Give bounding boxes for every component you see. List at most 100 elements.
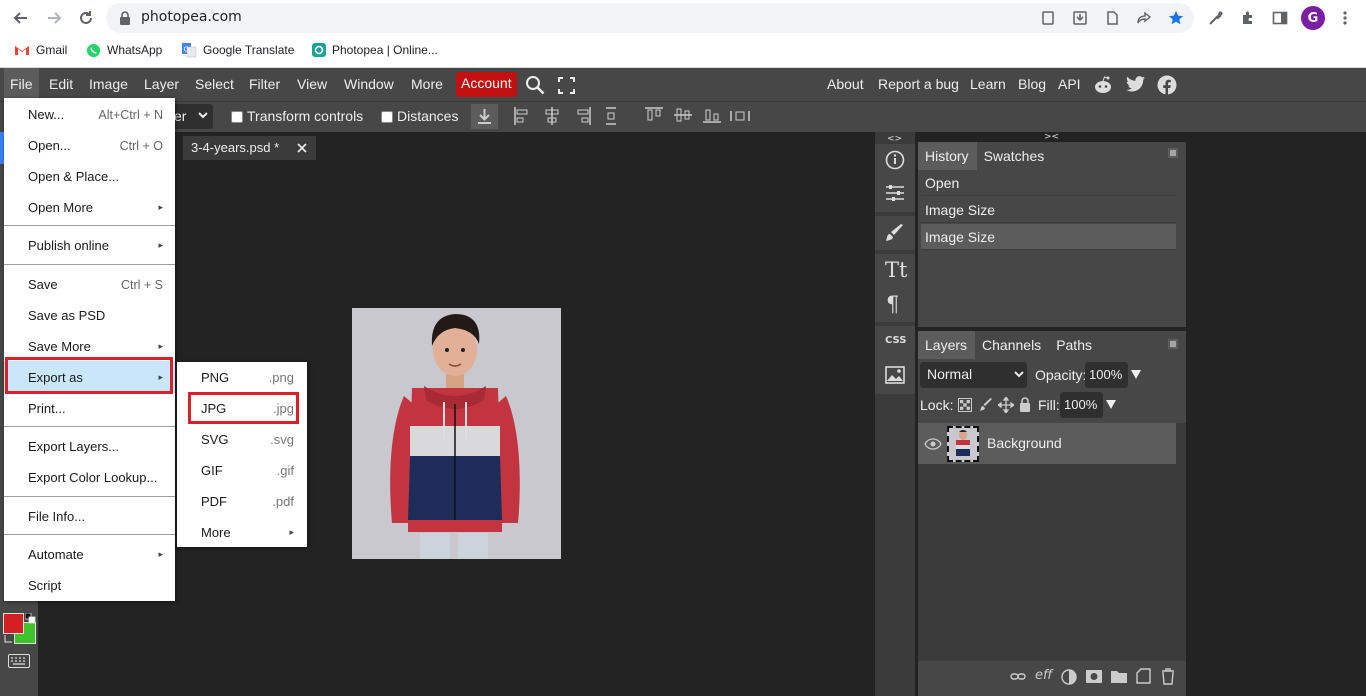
reddit-icon[interactable] (1093, 75, 1113, 95)
distribute-v-icon[interactable] (730, 109, 750, 123)
menu-item-automate[interactable]: Automate ▸ (4, 539, 175, 570)
document-tab[interactable]: 3-4-years.psd * (183, 136, 316, 160)
eye-visibility-icon[interactable] (924, 438, 942, 450)
kebab-menu-icon[interactable] (1336, 9, 1354, 27)
bookmark-gmail[interactable]: Gmail (14, 41, 67, 59)
tab-layers[interactable]: Layers (918, 331, 976, 359)
distances-checkbox[interactable] (381, 111, 393, 123)
menu-image[interactable]: Image (89, 76, 128, 92)
fullscreen-icon[interactable] (558, 77, 575, 94)
align-left-icon[interactable] (514, 107, 530, 125)
link-about[interactable]: About (827, 76, 864, 92)
menu-view[interactable]: View (297, 76, 327, 92)
export-more[interactable]: More ▸ (177, 517, 307, 548)
tab-swatches[interactable]: Swatches (977, 142, 1053, 170)
menu-select[interactable]: Select (195, 76, 234, 92)
tab-history[interactable]: History (918, 142, 977, 170)
fill-dropdown-icon[interactable] (1106, 400, 1116, 410)
new-layer-icon[interactable] (1136, 668, 1151, 684)
menu-item-open-place[interactable]: Open & Place... (4, 161, 175, 192)
info-icon[interactable] (885, 150, 905, 170)
bookmark-google-translate[interactable]: G Google Translate (181, 41, 294, 59)
lock-pixels-icon[interactable] (979, 398, 993, 412)
extensions-puzzle-icon[interactable] (1239, 9, 1257, 27)
menu-item-export-color-lookup[interactable]: Export Color Lookup... (4, 462, 175, 493)
align-bottom-icon[interactable] (703, 107, 721, 123)
export-png[interactable]: PNG .png (177, 362, 307, 393)
menu-item-print[interactable]: Print... (4, 393, 175, 424)
character-icon[interactable]: Tt (885, 258, 907, 282)
adjustments-icon[interactable] (885, 184, 905, 202)
fill-input[interactable]: 100% (1060, 392, 1103, 418)
bookmark-whatsapp[interactable]: WhatsApp (86, 41, 162, 59)
bookmark-star-icon[interactable] (1167, 9, 1185, 27)
lock-all-icon[interactable] (1019, 397, 1031, 412)
install-app-icon[interactable] (1071, 9, 1089, 27)
default-colors-icon[interactable] (25, 613, 36, 624)
forward-button[interactable] (42, 6, 66, 30)
download-button[interactable] (471, 104, 498, 129)
foreground-color-swatch[interactable] (3, 613, 24, 634)
menu-more[interactable]: More (411, 76, 443, 92)
css-icon[interactable]: CSS (885, 335, 906, 346)
tab-paths[interactable]: Paths (1049, 331, 1100, 359)
reload-button[interactable] (74, 6, 98, 30)
address-bar[interactable] (106, 3, 1194, 33)
profile-avatar[interactable]: G (1301, 6, 1325, 30)
menu-edit[interactable]: Edit (49, 76, 73, 92)
adjustment-layer-icon[interactable] (1061, 669, 1077, 685)
menu-file[interactable]: File (10, 76, 33, 92)
share-icon[interactable] (1135, 9, 1153, 27)
align-middle-icon[interactable] (674, 107, 692, 123)
delete-layer-icon[interactable] (1161, 668, 1175, 685)
menu-layer[interactable]: Layer (144, 76, 179, 92)
align-top-icon[interactable] (645, 107, 663, 123)
link-layers-icon[interactable] (1010, 671, 1026, 683)
menu-item-save[interactable]: Save Ctrl + S (4, 269, 175, 300)
menu-item-open[interactable]: Open... Ctrl + O (4, 130, 175, 161)
back-button[interactable] (9, 6, 33, 30)
history-entry[interactable]: Open (921, 170, 1176, 196)
menu-window[interactable]: Window (344, 76, 394, 92)
keyboard-icon[interactable] (8, 654, 30, 668)
tab-channels[interactable]: Channels (975, 331, 1049, 359)
account-button[interactable]: Account (456, 72, 517, 97)
menu-filter[interactable]: Filter (249, 76, 280, 92)
panel-menu-icon[interactable] (1168, 339, 1178, 349)
open-tab-icon[interactable] (1039, 9, 1057, 27)
menu-item-file-info[interactable]: File Info... (4, 501, 175, 532)
new-folder-icon[interactable] (1111, 670, 1127, 683)
link-api[interactable]: API (1058, 76, 1081, 92)
facebook-icon[interactable] (1157, 75, 1177, 95)
side-panel-icon[interactable] (1271, 9, 1289, 27)
swap-colors-icon[interactable] (3, 634, 13, 644)
close-icon[interactable] (297, 143, 307, 153)
link-blog[interactable]: Blog (1018, 76, 1046, 92)
eyedropper-extension-icon[interactable] (1207, 9, 1225, 27)
history-entry[interactable]: Image Size (921, 197, 1176, 223)
export-gif[interactable]: GIF .gif (177, 455, 307, 486)
twitter-icon[interactable] (1126, 76, 1146, 93)
page-icon[interactable] (1103, 9, 1121, 27)
menu-item-export-layers[interactable]: Export Layers... (4, 431, 175, 462)
history-entry-current[interactable]: Image Size (921, 224, 1176, 250)
align-right-icon[interactable] (575, 107, 591, 125)
menu-item-save-as-psd[interactable]: Save as PSD (4, 300, 175, 331)
distribute-h-icon[interactable] (604, 107, 618, 125)
blend-mode-select[interactable]: Normal (920, 362, 1027, 388)
lock-transparency-icon[interactable] (958, 398, 972, 412)
document-canvas[interactable] (352, 308, 561, 559)
layer-row[interactable]: Background (918, 423, 1176, 464)
search-icon[interactable] (525, 75, 545, 95)
transform-controls-checkbox[interactable] (231, 111, 243, 123)
link-learn[interactable]: Learn (970, 76, 1006, 92)
menu-item-script[interactable]: Script (4, 570, 175, 601)
link-report-bug[interactable]: Report a bug (878, 76, 959, 92)
lock-position-icon[interactable] (998, 397, 1014, 413)
menu-item-new[interactable]: New... Alt+Ctrl + N (4, 99, 175, 130)
bookmark-photopea[interactable]: Photopea | Online... (312, 41, 438, 59)
menu-item-open-more[interactable]: Open More ▸ (4, 192, 175, 223)
panel-collapse-icon[interactable]: >< (1044, 132, 1059, 142)
opacity-dropdown-icon[interactable] (1131, 370, 1141, 380)
layer-mask-icon[interactable] (1086, 670, 1102, 683)
